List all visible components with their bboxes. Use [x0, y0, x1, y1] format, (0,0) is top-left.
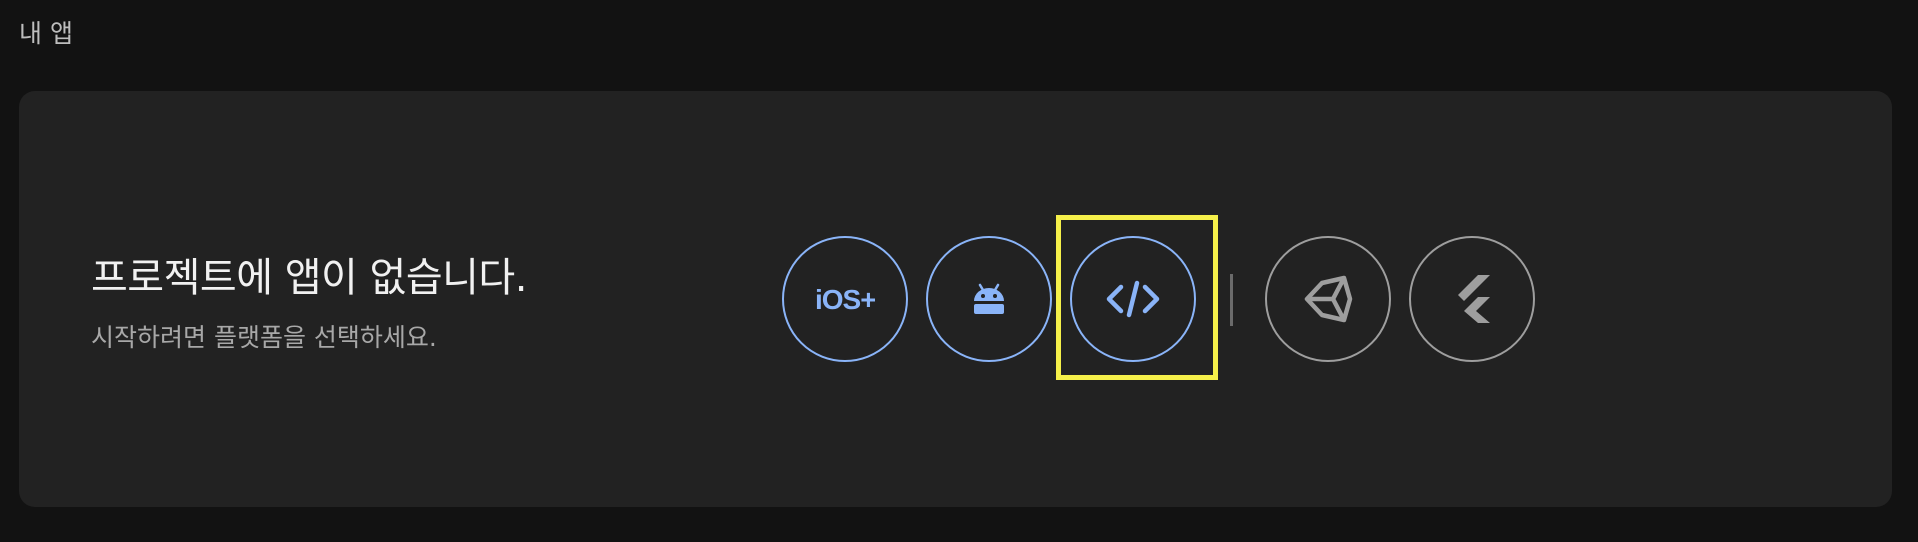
empty-state-title: 프로젝트에 앱이 없습니다. — [91, 255, 527, 301]
unity-icon — [1303, 274, 1353, 324]
flutter-platform-button[interactable] — [1409, 236, 1535, 362]
flutter-icon — [1450, 273, 1494, 325]
android-platform-button[interactable] — [926, 236, 1052, 362]
ios-platform-button[interactable]: iOS+ — [782, 236, 908, 362]
selection-highlight — [1056, 215, 1218, 380]
svg-text:iOS+: iOS+ — [815, 284, 875, 315]
ios-plus-icon: iOS+ — [815, 282, 875, 316]
android-icon — [969, 279, 1009, 319]
empty-state-subtitle: 시작하려면 플랫폼을 선택하세요. — [91, 323, 437, 352]
empty-apps-card: 프로젝트에 앱이 없습니다. 시작하려면 플랫폼을 선택하세요. iOS+ — [19, 91, 1892, 507]
section-title: 내 앱 — [19, 19, 73, 48]
unity-platform-button[interactable] — [1265, 236, 1391, 362]
platform-divider — [1230, 274, 1233, 326]
